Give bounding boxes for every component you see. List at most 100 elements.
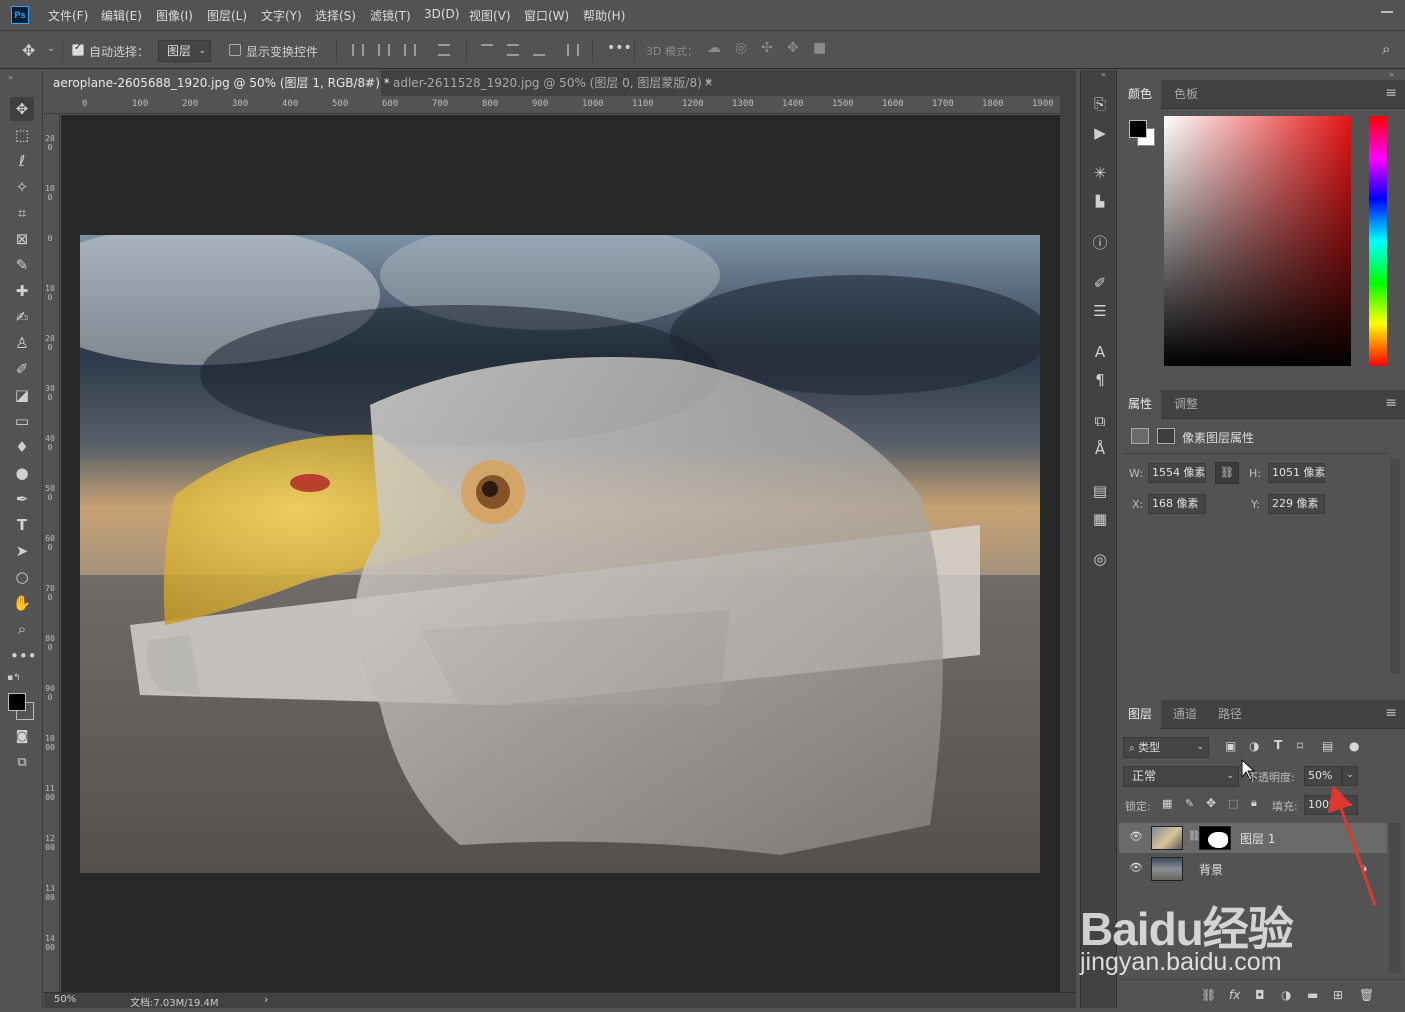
visibility-eye-icon[interactable]: 👁︎ — [1129, 862, 1143, 873]
glyphs-icon[interactable]: Å — [1089, 438, 1111, 460]
notes-icon[interactable]: ▦ — [1089, 508, 1111, 530]
type-tool-icon[interactable]: T — [10, 513, 34, 537]
lock-artboard-icon[interactable]: ⬚ — [1228, 797, 1238, 810]
marquee-tool-icon[interactable]: ⬚ — [10, 123, 34, 147]
y-input[interactable]: 229 像素 — [1268, 494, 1325, 514]
3d-slide-icon[interactable]: ✥ — [787, 40, 799, 56]
link-layers-icon[interactable]: ⛓ — [1201, 988, 1216, 1002]
panel-menu-icon[interactable]: ≡ — [1385, 705, 1397, 721]
clone-source-icon[interactable]: ⧉ — [1089, 410, 1111, 432]
menu-select[interactable]: 选择(S) — [315, 7, 356, 24]
blend-mode-dropdown[interactable]: 正常 ⌄ — [1123, 766, 1239, 787]
filter-toggle-icon[interactable]: ● — [1349, 739, 1359, 753]
tab-aeroplane[interactable]: aeroplane-2605688_1920.jpg @ 50% (图层 1, … — [44, 70, 390, 96]
height-input[interactable]: 1051 像素 — [1268, 463, 1326, 483]
clone-stamp-icon[interactable]: ♙ — [10, 331, 34, 355]
tab-layers[interactable]: 图层 — [1119, 700, 1162, 729]
distribute-vertical-icon[interactable] — [438, 44, 450, 56]
show-transform-checkbox[interactable] — [229, 44, 241, 56]
status-menu-arrow-icon[interactable]: › — [264, 993, 268, 1006]
frame-tool-icon[interactable]: ⊠ — [10, 227, 34, 251]
gradient-tool-icon[interactable]: ▭ — [10, 409, 34, 433]
auto-select-checkbox[interactable] — [72, 42, 84, 56]
eyedropper-icon[interactable]: ✎ — [10, 253, 34, 277]
learn-icon[interactable]: ◎ — [1089, 548, 1111, 570]
tab-swatches[interactable]: 色板 — [1165, 80, 1207, 109]
character-icon[interactable]: A — [1089, 341, 1111, 363]
color-field-picker[interactable] — [1164, 116, 1351, 366]
eraser-icon[interactable]: ◪ — [10, 383, 34, 407]
foreground-color-swatch[interactable] — [1129, 120, 1147, 138]
align-right-icon[interactable] — [404, 44, 416, 56]
filter-pixel-icon[interactable]: ▣ — [1225, 739, 1236, 753]
menu-image[interactable]: 图像(I) — [156, 7, 193, 24]
filter-smart-object-icon[interactable]: ▤ — [1322, 739, 1333, 753]
minimize-icon[interactable] — [1381, 11, 1393, 13]
path-select-icon[interactable]: ➤ — [10, 539, 34, 563]
3d-scale-icon[interactable]: ■ — [813, 40, 826, 56]
menu-3d[interactable]: 3D(D) — [424, 7, 459, 21]
width-input[interactable]: 1554 像素 — [1148, 463, 1206, 483]
align-vcenter-icon[interactable] — [507, 44, 519, 56]
hand-tool-icon[interactable]: ✋ — [10, 591, 34, 615]
properties-scrollbar[interactable] — [1390, 459, 1400, 674]
crop-tool-icon[interactable]: ⌗ — [10, 201, 34, 225]
auto-select-dropdown[interactable]: 图层 ⌄ — [158, 40, 211, 62]
panel-menu-icon[interactable]: ≡ — [1385, 395, 1397, 411]
3d-roll-icon[interactable]: ◎ — [735, 40, 747, 56]
default-colors-icon[interactable]: ▪↰ — [7, 673, 21, 683]
foreground-color-swatch[interactable] — [8, 693, 26, 711]
tool-preset-chevron-icon[interactable]: ⌄ — [47, 44, 55, 54]
history-icon[interactable]: ⎘ — [1089, 93, 1111, 115]
hue-slider[interactable] — [1369, 116, 1387, 366]
vertical-scrollbar[interactable] — [1060, 96, 1076, 992]
ellipse-tool-icon[interactable]: ○ — [10, 565, 34, 589]
layers-scrollbar[interactable] — [1389, 823, 1401, 973]
fx-icon[interactable]: fx — [1229, 988, 1240, 1002]
align-left-icon[interactable] — [352, 44, 364, 56]
magic-wand-icon[interactable]: ✧ — [10, 175, 34, 199]
menu-view[interactable]: 视图(V) — [469, 7, 511, 24]
align-bottom-icon[interactable] — [533, 44, 545, 56]
lock-transparent-icon[interactable]: ▦ — [1162, 797, 1172, 810]
menu-filter[interactable]: 滤镜(T) — [370, 7, 411, 24]
collapse-chevron-icon[interactable]: » — [8, 73, 13, 82]
screen-mode-icon[interactable]: ⧉ — [10, 751, 34, 775]
layer-mask-thumbnail[interactable] — [1199, 826, 1231, 850]
libraries-icon[interactable]: ▤ — [1089, 480, 1111, 502]
new-group-icon[interactable]: ▬ — [1307, 988, 1318, 1002]
layer-filter-dropdown[interactable]: ⌕ 类型 ⌄ — [1123, 737, 1209, 758]
filter-adjustment-icon[interactable]: ◑ — [1249, 739, 1259, 753]
paragraph-icon[interactable]: ¶ — [1089, 369, 1111, 391]
zoom-level[interactable]: 50% — [54, 994, 76, 1005]
history-brush-icon[interactable]: ✐ — [10, 357, 34, 381]
menu-file[interactable]: 文件(F) — [48, 7, 88, 24]
mask-icon[interactable] — [1157, 428, 1175, 444]
close-icon[interactable]: × — [364, 70, 373, 96]
search-icon[interactable]: ⌕ — [1382, 40, 1390, 58]
visibility-eye-icon[interactable]: 👁︎ — [1129, 831, 1143, 842]
x-input[interactable]: 168 像素 — [1148, 494, 1206, 514]
collapse-panels-icon[interactable]: » — [1389, 70, 1394, 79]
menu-type[interactable]: 文字(Y) — [261, 7, 302, 24]
distribute-horizontal-icon[interactable] — [567, 44, 579, 56]
menu-edit[interactable]: 编辑(E) — [101, 7, 142, 24]
link-icon[interactable]: ⛓ — [1215, 462, 1239, 484]
panel-menu-icon[interactable]: ≡ — [1385, 85, 1397, 101]
tab-properties[interactable]: 属性 — [1119, 390, 1162, 419]
filter-shape-icon[interactable]: ⌑ — [1297, 739, 1303, 753]
brush-settings-icon[interactable]: ✳ — [1089, 162, 1111, 184]
tab-channels[interactable]: 通道 — [1164, 700, 1206, 729]
align-hcenter-icon[interactable] — [378, 44, 390, 56]
blur-tool-icon[interactable]: ♦ — [10, 435, 34, 459]
brush-tool-icon[interactable]: ✍ — [10, 305, 34, 329]
collapse-chevron-icon[interactable]: « — [1101, 70, 1106, 79]
lock-position-icon[interactable]: ✥ — [1206, 796, 1216, 810]
filter-type-icon[interactable]: T — [1274, 738, 1282, 752]
tab-adjustments[interactable]: 调整 — [1165, 390, 1207, 419]
adjustments-sliders-icon[interactable]: ☰ — [1089, 300, 1111, 322]
menu-window[interactable]: 窗口(W) — [524, 7, 569, 24]
healing-brush-icon[interactable]: ✚ — [10, 279, 34, 303]
pen-tool-icon[interactable]: ✒ — [10, 487, 34, 511]
move-tool-icon[interactable]: ✥ — [22, 41, 35, 60]
